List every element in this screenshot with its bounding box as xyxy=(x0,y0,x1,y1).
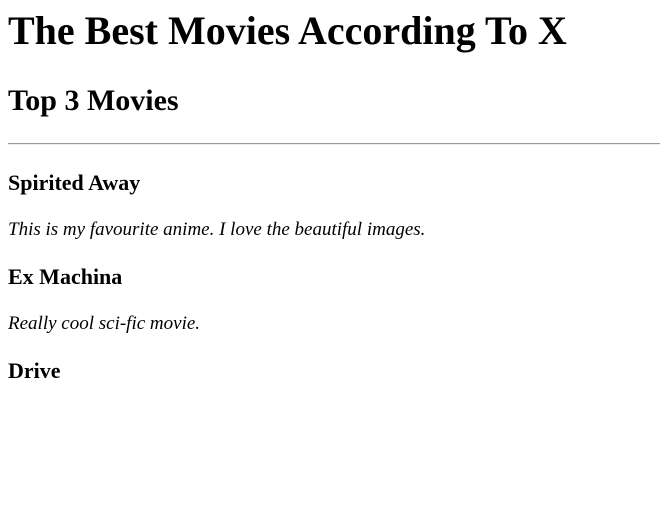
movie-title: Ex Machina xyxy=(8,264,123,289)
movie-title: Spirited Away xyxy=(8,170,141,195)
movie-comment: This is my favourite anime. I love the b… xyxy=(8,219,426,240)
page-subtitle: Top 3 Movies xyxy=(8,84,179,117)
movie-comment: Really cool sci-fic movie. xyxy=(8,313,201,334)
movie-title: Drive xyxy=(8,358,61,383)
page-title: The Best Movies According To X xyxy=(8,8,567,53)
divider xyxy=(8,143,660,145)
page: The Best Movies According To X Top 3 Mov… xyxy=(0,7,668,384)
movie-entry: Spirited Away This is my favourite anime… xyxy=(8,170,660,242)
movie-entry: Ex Machina Really cool sci-fic movie. xyxy=(8,264,660,336)
movie-entry: Drive xyxy=(8,358,660,384)
